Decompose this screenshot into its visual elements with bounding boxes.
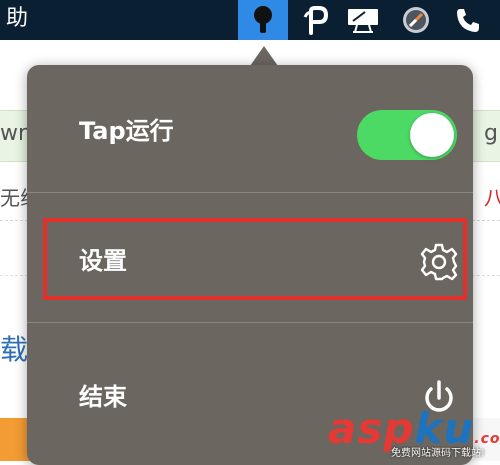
compass-menu-button[interactable] (396, 0, 436, 40)
phone-menu-button[interactable] (448, 0, 488, 40)
background-text: 载 (0, 333, 29, 366)
display-icon (348, 9, 378, 33)
watermark-logo: aspku.com 免费网站源码下载站! (328, 404, 500, 459)
app-title: 助 (6, 6, 29, 31)
popover-arrow (250, 46, 278, 66)
background-accent (0, 418, 30, 461)
background-text: wr (0, 121, 28, 146)
menu-bar: 助 (0, 0, 500, 40)
watermark-subtext: 免费网站源码下载站! (391, 448, 486, 459)
p-app-menu-button[interactable] (296, 0, 336, 40)
menu-item-tap-run[interactable]: Tap运行 (27, 96, 473, 166)
toggle-knob (410, 113, 454, 157)
display-menu-button[interactable] (340, 0, 386, 40)
p-app-icon (303, 6, 329, 35)
menu-divider (27, 192, 473, 193)
menu-item-label: Tap运行 (79, 117, 174, 145)
menu-item-label: 结束 (79, 383, 127, 411)
settings-highlight-frame (43, 218, 467, 300)
keyhole-icon (254, 6, 272, 33)
tap-run-toggle[interactable] (357, 110, 457, 160)
background-text: 八 (484, 186, 500, 210)
menu-divider (27, 322, 473, 323)
phone-icon (457, 9, 479, 32)
keyhole-menu-button[interactable] (238, 0, 288, 40)
background-text: g (484, 121, 498, 146)
compass-icon (403, 7, 429, 33)
